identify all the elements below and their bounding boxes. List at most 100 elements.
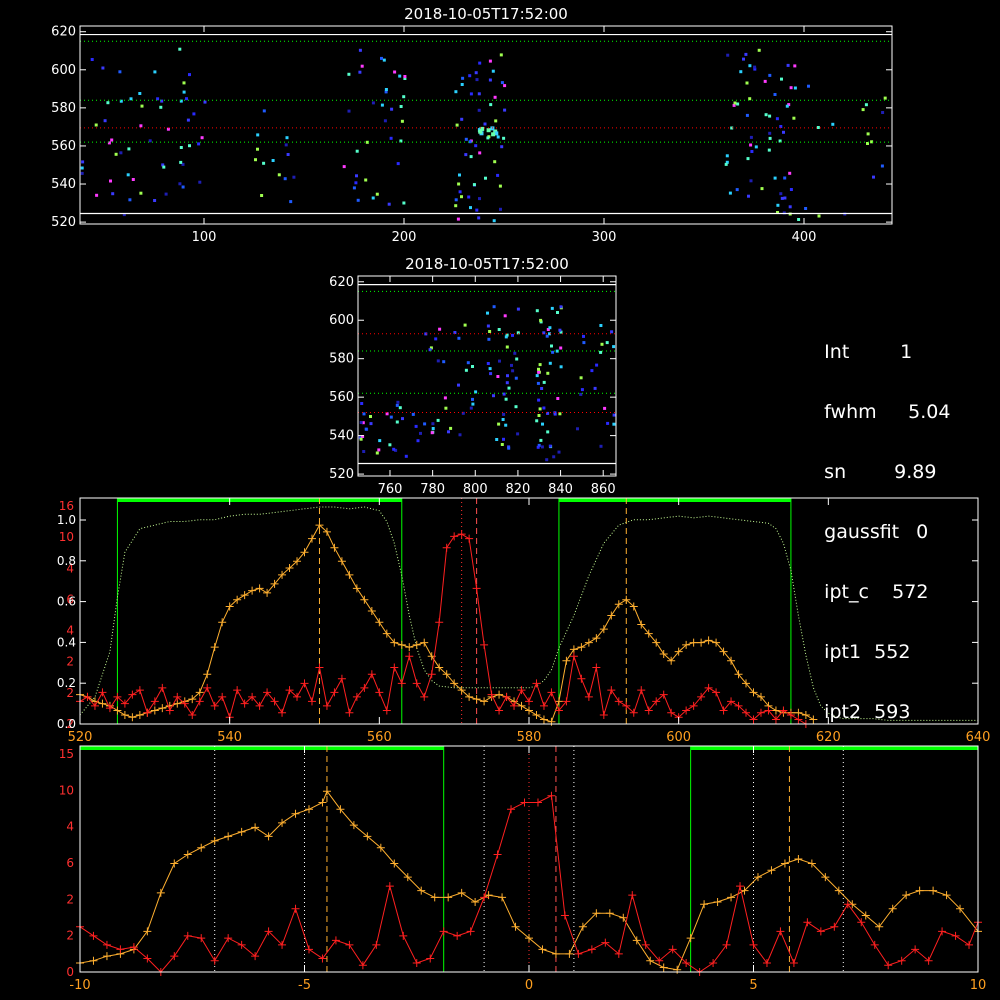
spectral-profile-red_profile-point [322, 701, 331, 710]
velocity-profile-red_profile-point [426, 954, 435, 963]
slit-image-pixel [883, 96, 887, 100]
velocity-profile-orange_profile-point [430, 893, 439, 902]
spectral-profile-red_profile-line [79, 533, 807, 725]
spectral-profile-xtick-label: 520 [68, 730, 93, 745]
spectral-profile-red_profile-point [345, 708, 354, 717]
spectral-profile-xtick-label: 540 [217, 730, 242, 745]
zoom-image-pixel [471, 397, 474, 401]
velocity-profile-red_profile-point [951, 931, 960, 940]
velocity-profile-orange_profile-point [686, 934, 695, 943]
zoom-image-pixel [559, 365, 563, 369]
slit-image-pixel [347, 109, 351, 113]
zoom-image-pixel [505, 381, 509, 385]
zoom-image-pixel [471, 365, 474, 368]
velocity-profile-red_profile-point [304, 945, 313, 954]
zoom-image-pixel [513, 351, 517, 355]
zoom-image-pixel [457, 336, 461, 340]
zoom-image-pixel [377, 448, 381, 452]
slit-image-pixel [127, 147, 131, 151]
spectral-profile-orange_profile-point [689, 638, 698, 647]
slit-image-pixel [739, 70, 743, 74]
slit-image-pixel [262, 109, 266, 113]
velocity-profile-ytick-label-red: 10 [59, 783, 74, 797]
zoom-image-pixel [471, 402, 475, 406]
slit-image-pixel [745, 81, 749, 85]
zoom-image-pixel [537, 367, 540, 371]
velocity-profile-orange_profile-point [197, 843, 206, 852]
velocity-profile-orange_profile-point [237, 827, 246, 836]
velocity-profile-orange_profile-point [471, 897, 480, 906]
spectral-profile-orange_profile-point [397, 640, 406, 649]
slit-image-ytick-label: 520 [51, 215, 76, 230]
velocity-profile-red_profile-point [547, 791, 556, 800]
zoom-image-pixel [458, 433, 462, 437]
slit-image-pixel [735, 188, 739, 192]
slit-image-pixel [744, 52, 748, 56]
slit-image-pixel [260, 194, 264, 197]
spectral-profile-orange_profile-point [128, 713, 137, 722]
zoom-image-pixel [542, 406, 546, 410]
slit-image-pixel [186, 118, 190, 122]
param-int-value: 1 [900, 341, 913, 363]
slit-image-pixel [383, 119, 387, 123]
slit-image-pixel [773, 93, 777, 96]
spectral-profile-xtick-label: 560 [367, 730, 392, 745]
slit-image-pixel [499, 53, 503, 57]
slit-image-pixel [460, 195, 463, 199]
velocity-profile-orange_profile-point [915, 886, 924, 895]
spectral-profile-red_profile-point [150, 697, 159, 706]
zoom-image-pixel [457, 383, 460, 387]
velocity-profile-red_profile-point [210, 956, 219, 965]
slit-image-hot-pixel [490, 126, 495, 131]
slit-image-pixel [254, 158, 257, 162]
zoom-image-pixel [502, 437, 505, 441]
slit-image-pixel [733, 101, 737, 105]
velocity-profile-red_profile-point [358, 961, 367, 970]
spectral-profile-xtick-label: 640 [966, 730, 991, 745]
slit-image-pixel [745, 113, 749, 117]
zoom-image-pixel [434, 337, 438, 341]
spectral-profile-ytick-label: 0.8 [57, 554, 76, 568]
zoom-image-pixel [369, 422, 373, 426]
zoom-image-pixel [395, 403, 399, 407]
slit-image-pixel [468, 74, 472, 78]
param-gaussfit-label: gaussfit [824, 521, 900, 543]
zoom-image-pixel [488, 330, 492, 333]
zoom-image-pixel [580, 388, 584, 392]
zoom-image-pixel [576, 427, 579, 431]
zoom-image-pixel [612, 413, 616, 417]
slit-image-pixel [725, 154, 729, 158]
zoom-image-pixel [537, 414, 541, 417]
zoom-image-pixel [516, 307, 520, 311]
slit-image-ytick-label: 560 [51, 139, 76, 154]
slit-image-pixel [203, 100, 207, 104]
spectral-profile-ytick-label: 0.2 [57, 676, 76, 690]
slit-image-pixel [775, 117, 779, 121]
zoom-image-pixel [423, 422, 427, 426]
spectral-profile-red_profile-point [525, 697, 533, 706]
zoom-image-pixel [515, 357, 519, 361]
zoom-image-pixel [514, 376, 518, 380]
slit-image-pixel [182, 81, 186, 85]
slit-image-pixel [768, 114, 772, 118]
slit-image-pixel [499, 207, 502, 211]
velocity-profile-red_profile-point [102, 940, 111, 949]
param-fwhm: fwhm 5.04 [800, 382, 950, 442]
slit-image-pixel [286, 153, 290, 156]
velocity-profile-red_profile-point [587, 945, 596, 954]
zoom-image-pixel [546, 371, 550, 375]
zoom-image-pixel [536, 381, 540, 385]
slit-image-pixel [475, 78, 479, 82]
param-sn: sn 9.89 [800, 442, 950, 502]
slit-image-pixel [380, 56, 383, 60]
slit-image-pixel [754, 145, 758, 149]
slit-image-xtick-label: 400 [792, 230, 817, 245]
slit-image-pixel [726, 53, 730, 57]
velocity-profile-red_profile-point [318, 954, 327, 963]
velocity-profile-orange_profile-point [659, 963, 668, 972]
zoom-image-xtick-label: 840 [548, 482, 573, 497]
velocity-profile-orange_profile-point [210, 836, 219, 845]
zoom-image-pixel [411, 412, 415, 416]
velocity-profile-orange_profile-point [170, 859, 179, 868]
zoom-image-pixel [605, 341, 609, 345]
